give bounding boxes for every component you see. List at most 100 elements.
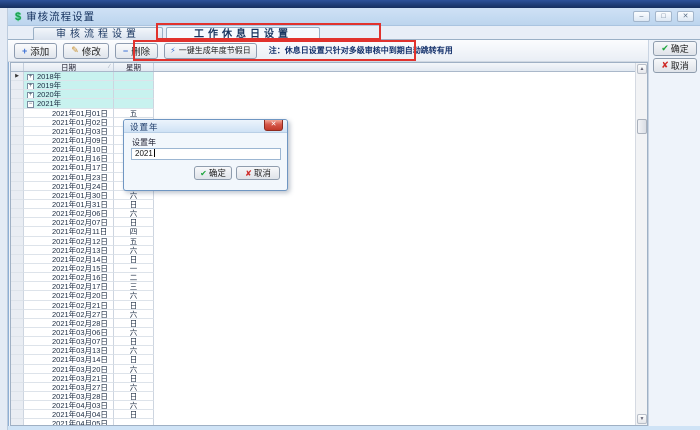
table-row[interactable]: 2021年04月03日六 — [11, 401, 647, 410]
table-row[interactable]: 2021年03月20日六 — [11, 365, 647, 374]
generate-yearly-holidays-button[interactable]: ⚡ 一键生成年度节假日 — [164, 43, 257, 59]
minimize-button[interactable]: – — [633, 11, 650, 22]
date-cell[interactable]: 2021年03月28日 — [24, 392, 114, 401]
table-row[interactable]: 2021年01月01日五 — [11, 109, 647, 118]
date-cell[interactable]: 2021年04月05日 — [24, 419, 114, 426]
column-header-week[interactable]: 星期 — [114, 63, 154, 71]
dialog-cancel-button[interactable]: ✘ 取消 — [236, 166, 280, 180]
tab-audit-flow-settings[interactable]: 审核流程设置 — [33, 27, 163, 40]
scrollbar-thumb[interactable] — [637, 119, 647, 134]
table-row[interactable]: 2021年04月04日日 — [11, 410, 647, 419]
add-button[interactable]: + 添加 — [14, 43, 57, 59]
date-cell[interactable]: 2021年02月27日 — [24, 310, 114, 319]
date-cell[interactable]: +2019年 — [24, 81, 114, 90]
date-cell[interactable]: 2021年01月02日 — [24, 118, 114, 127]
date-cell[interactable]: 2021年01月17日 — [24, 163, 114, 172]
table-row[interactable]: 2021年04月05日 — [11, 419, 647, 426]
column-header-date[interactable]: 日期 ∕ — [24, 63, 114, 71]
table-row[interactable]: +2019年 — [11, 81, 647, 90]
table-row[interactable]: 2021年01月09日 — [11, 136, 647, 145]
date-cell[interactable]: 2021年01月01日 — [24, 109, 114, 118]
table-row[interactable]: 2021年03月06日六 — [11, 328, 647, 337]
date-cell[interactable]: 2021年03月06日 — [24, 328, 114, 337]
date-cell[interactable]: +2020年 — [24, 90, 114, 99]
table-row[interactable]: 2021年01月30日六 — [11, 191, 647, 200]
date-cell[interactable]: 2021年03月27日 — [24, 383, 114, 392]
table-row[interactable]: 2021年02月12日五 — [11, 237, 647, 246]
date-cell[interactable]: 2021年02月07日 — [24, 218, 114, 227]
tab-work-restday-settings[interactable]: 工作休息日设置 — [166, 27, 320, 40]
table-row[interactable]: 2021年03月07日日 — [11, 337, 647, 346]
table-row[interactable]: 2021年01月03日 — [11, 127, 647, 136]
date-cell[interactable]: 2021年02月06日 — [24, 209, 114, 218]
table-row[interactable]: 2021年02月16日二 — [11, 273, 647, 282]
date-cell[interactable]: −2021年 — [24, 99, 114, 108]
table-row[interactable]: 2021年03月28日日 — [11, 392, 647, 401]
date-cell[interactable]: 2021年01月09日 — [24, 136, 114, 145]
delete-button[interactable]: − 删除 — [115, 43, 158, 59]
date-cell[interactable]: 2021年01月03日 — [24, 127, 114, 136]
table-row[interactable]: 2021年02月06日六 — [11, 209, 647, 218]
date-cell[interactable]: 2021年02月11日 — [24, 227, 114, 236]
table-row[interactable]: 2021年03月21日日 — [11, 374, 647, 383]
table-row[interactable]: ▶+2018年 — [11, 72, 647, 81]
year-input[interactable]: 2021 — [131, 148, 281, 160]
expand-icon[interactable]: + — [27, 83, 34, 90]
table-row[interactable]: 2021年02月20日六 — [11, 291, 647, 300]
maximize-button[interactable]: □ — [655, 11, 672, 22]
date-cell[interactable]: 2021年02月21日 — [24, 301, 114, 310]
cancel-button[interactable]: ✘ 取消 — [653, 58, 697, 73]
date-cell[interactable]: 2021年01月16日 — [24, 154, 114, 163]
date-cell[interactable]: 2021年03月21日 — [24, 374, 114, 383]
dialog-ok-button[interactable]: ✔ 确定 — [194, 166, 232, 180]
date-cell[interactable]: 2021年02月28日 — [24, 319, 114, 328]
date-cell[interactable]: 2021年01月10日 — [24, 145, 114, 154]
table-row[interactable]: 2021年01月24日 — [11, 182, 647, 191]
date-cell[interactable]: 2021年02月14日 — [24, 255, 114, 264]
table-row[interactable]: 2021年01月02日 — [11, 118, 647, 127]
table-row[interactable]: 2021年02月07日日 — [11, 218, 647, 227]
date-cell[interactable]: 2021年03月20日 — [24, 365, 114, 374]
table-row[interactable]: 2021年03月14日日 — [11, 355, 647, 364]
expand-icon[interactable]: + — [27, 92, 34, 99]
date-cell[interactable]: 2021年03月07日 — [24, 337, 114, 346]
dialog-close-button[interactable]: ✕ — [264, 120, 283, 131]
table-row[interactable]: 2021年02月17日三 — [11, 282, 647, 291]
table-row[interactable]: 2021年01月23日 — [11, 173, 647, 182]
table-row[interactable]: 2021年01月10日 — [11, 145, 647, 154]
table-row[interactable]: 2021年02月27日六 — [11, 310, 647, 319]
date-cell[interactable]: 2021年03月14日 — [24, 355, 114, 364]
table-row[interactable]: 2021年03月27日六 — [11, 383, 647, 392]
date-cell[interactable]: 2021年02月17日 — [24, 282, 114, 291]
table-row[interactable]: 2021年02月21日日 — [11, 301, 647, 310]
collapse-icon[interactable]: − — [27, 101, 34, 108]
date-cell[interactable]: 2021年02月15日 — [24, 264, 114, 273]
date-cell[interactable]: 2021年02月20日 — [24, 291, 114, 300]
expand-icon[interactable]: + — [27, 74, 34, 81]
table-row[interactable]: 2021年03月13日六 — [11, 346, 647, 355]
table-row[interactable]: 2021年02月11日四 — [11, 227, 647, 236]
window-titlebar[interactable]: $ 审核流程设置 – □ ✕ — [8, 8, 700, 26]
table-row[interactable]: 2021年02月13日六 — [11, 246, 647, 255]
table-row[interactable]: 2021年01月16日 — [11, 154, 647, 163]
close-button[interactable]: ✕ — [677, 11, 694, 22]
dialog-titlebar[interactable]: 设置年 ✕ — [124, 120, 287, 133]
table-row[interactable]: 2021年02月28日日 — [11, 319, 647, 328]
vertical-scrollbar[interactable]: ▲ ▼ — [635, 63, 647, 425]
date-cell[interactable]: 2021年04月04日 — [24, 410, 114, 419]
table-row[interactable]: +2020年 — [11, 90, 647, 99]
date-cell[interactable]: 2021年02月16日 — [24, 273, 114, 282]
table-row[interactable]: 2021年01月31日日 — [11, 200, 647, 209]
scroll-down-icon[interactable]: ▼ — [637, 414, 647, 424]
ok-button[interactable]: ✔ 确定 — [653, 41, 697, 56]
table-row[interactable]: 2021年01月17日 — [11, 163, 647, 172]
date-cell[interactable]: 2021年03月13日 — [24, 346, 114, 355]
table-row[interactable]: 2021年02月14日日 — [11, 255, 647, 264]
date-cell[interactable]: 2021年01月30日 — [24, 191, 114, 200]
table-row[interactable]: 2021年02月15日一 — [11, 264, 647, 273]
date-cell[interactable]: 2021年02月13日 — [24, 246, 114, 255]
modify-button[interactable]: ✎ 修改 — [63, 43, 109, 59]
date-cell[interactable]: +2018年 — [24, 72, 114, 81]
scroll-up-icon[interactable]: ▲ — [637, 64, 647, 74]
table-row[interactable]: −2021年 — [11, 99, 647, 108]
